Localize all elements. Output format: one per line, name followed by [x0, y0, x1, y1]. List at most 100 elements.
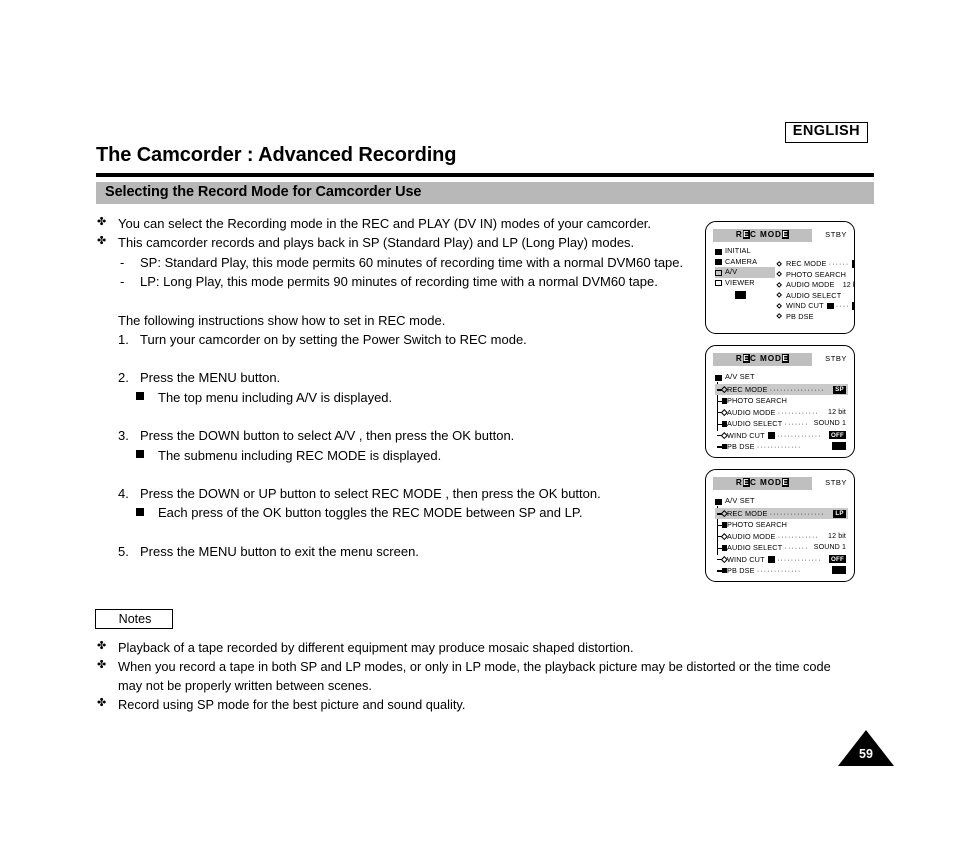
lcd-screen-submenu-lp: REC MODE STBY A/V SET REC MODE ·········… — [705, 469, 855, 582]
leader-dots: ···· — [835, 303, 850, 310]
page-title: The Camcorder : Advanced Recording — [96, 144, 457, 166]
body-bullet: ✤ You can select the Recording mode in t… — [96, 214, 696, 233]
lcd-submenu-audio-mode[interactable]: AUDIO MODE 12 bit — [776, 280, 854, 291]
lcd-submenu-pb-dse[interactable]: PB DSE — [776, 311, 851, 323]
lcd-submenu-label: PHOTO SEARCH — [786, 269, 847, 279]
folder-filled-icon — [715, 498, 722, 505]
leader-dots: ············· — [756, 443, 802, 451]
lcd-status-stby: STBY — [825, 230, 847, 239]
bullet-icon: ✤ — [97, 659, 107, 671]
body-bullet-text: This camcorder records and plays back in… — [118, 235, 635, 251]
leader-dots: ······ — [828, 261, 850, 268]
lcd-row-label: WIND CUT — [727, 554, 765, 564]
note-text: Record using SP mode for the best pictur… — [118, 697, 466, 712]
lcd-screen-submenu-sp: REC MODE STBY A/V SET REC MODE ·········… — [705, 345, 855, 458]
lcd-submenu-header-label: A/V SET — [725, 496, 755, 505]
step-number: 5. — [118, 543, 129, 559]
lcd-submenu-wind-cut[interactable]: WIND CUT ···· OFF — [776, 301, 854, 312]
body-dash-text: LP: Long Play, this mode permits 90 minu… — [140, 274, 658, 290]
step-text: Press the DOWN or UP button to select RE… — [140, 486, 601, 502]
diamond-bullet-icon — [776, 292, 783, 299]
step-item: 3. Press the DOWN button to select A/V ,… — [96, 426, 696, 445]
lcd-submenu-label: WIND CUT — [786, 301, 824, 310]
folder-filled-icon — [721, 567, 727, 574]
lcd-row-rec-mode[interactable]: REC MODE ················ SP — [715, 384, 848, 396]
lcd-row-label: PHOTO SEARCH — [727, 520, 788, 530]
diamond-bullet-icon — [776, 260, 783, 268]
lcd-row-audio-select[interactable]: AUDIO SELECT ······· SOUND 1 — [715, 542, 848, 553]
lcd-menu-item-av[interactable]: A/V — [715, 267, 775, 278]
step-substep: The submenu including REC MODE is displa… — [96, 446, 696, 465]
step-item: 4. Press the DOWN or UP button to select… — [96, 484, 696, 503]
body-content: ✤ You can select the Recording mode in t… — [96, 214, 696, 561]
step-substep: The top menu including A/V is displayed. — [96, 388, 696, 407]
lcd-value-text: SOUND 1 — [813, 419, 846, 428]
lcd-row-wind-cut[interactable]: WIND CUT ············· OFF — [715, 430, 848, 441]
lcd-row-label: AUDIO SELECT — [727, 419, 783, 429]
lcd-row-wind-cut[interactable]: WIND CUT ············· OFF — [715, 554, 848, 565]
note-item: ✤ Playback of a tape recorded by differe… — [96, 638, 856, 657]
square-bullet-icon — [136, 507, 144, 516]
page-number: 59 — [859, 747, 873, 761]
step-substep-text: The top menu including A/V is displayed. — [158, 389, 393, 405]
dash-icon: - — [120, 254, 125, 270]
leader-dots: ················ — [769, 511, 825, 518]
lcd-row-label: AUDIO SELECT — [727, 543, 783, 553]
lcd-title: REC MODE — [735, 354, 790, 363]
note-text: When you record a tape in both SP and LP… — [118, 659, 831, 693]
lcd-row-label: PHOTO SEARCH — [727, 396, 788, 406]
lcd-menu-item-initial[interactable]: INITIAL — [715, 246, 775, 257]
lcd-menu-item-camera[interactable]: CAMERA — [715, 257, 775, 268]
lcd-submenu-header: A/V SET — [715, 372, 755, 381]
lcd-menu-label: A/V — [725, 267, 738, 276]
lcd-submenu-header: A/V SET — [715, 496, 755, 505]
lcd-row-photo-search[interactable]: PHOTO SEARCH — [715, 519, 848, 530]
folder-filled-icon — [721, 522, 727, 528]
step-text: Turn your camcorder on by setting the Po… — [140, 332, 527, 348]
lcd-row-audio-mode[interactable]: AUDIO MODE ············ 12 bit — [715, 531, 848, 542]
lcd-menu-item-viewer[interactable]: VIEWER — [715, 278, 775, 289]
lcd-row-label: WIND CUT — [727, 430, 765, 440]
folder-filled-icon — [721, 398, 727, 404]
lcd-cursor-icon — [735, 291, 746, 299]
lcd-row-pb-dse[interactable]: PB DSE ············· — [715, 565, 848, 576]
lcd-main-menu-list: INITIAL CAMERA A/V VIEWER — [715, 246, 775, 299]
lcd-submenu-audio-select[interactable]: AUDIO SELECT — [776, 291, 851, 302]
lcd-value-badge — [832, 566, 846, 575]
lcd-menu-label: CAMERA — [725, 256, 758, 266]
lcd-value-badge: SP — [851, 259, 854, 268]
leader-dots: ············· — [777, 556, 822, 564]
section-header-bar: Selecting the Record Mode for Camcorder … — [96, 182, 874, 204]
dash-icon: - — [120, 274, 125, 290]
lcd-value-badge: LP — [833, 509, 846, 518]
lcd-title-bar: REC MODE STBY — [713, 353, 849, 366]
lcd-value-badge: OFF — [829, 431, 846, 440]
language-badge: ENGLISH — [784, 122, 868, 143]
lcd-submenu-rows: REC MODE ················ LP PHOTO SEARC… — [715, 508, 848, 576]
lcd-row-label: REC MODE — [727, 509, 768, 518]
lcd-submenu-rec-mode[interactable]: REC MODE ······ SP — [776, 259, 854, 270]
lcd-row-audio-mode[interactable]: AUDIO MODE ············ 12 bit — [715, 407, 848, 418]
folder-filled-icon — [715, 248, 722, 255]
lcd-menu-label: INITIAL — [725, 246, 751, 255]
note-text: Playback of a tape recorded by different… — [118, 640, 634, 655]
body-bullet-text: You can select the Recording mode in the… — [118, 216, 652, 231]
folder-outline-icon — [715, 280, 722, 286]
step-item: 1. Turn your camcorder on by setting the… — [96, 330, 696, 349]
lcd-value-text: 12 bit — [828, 531, 846, 540]
folder-filled-icon — [715, 259, 722, 265]
step-item: 5. Press the MENU button to exit the men… — [96, 542, 696, 561]
lcd-submenu-photo-search[interactable]: PHOTO SEARCH — [776, 269, 851, 281]
square-bullet-icon — [136, 450, 144, 459]
lcd-row-pb-dse[interactable]: PB DSE ············· — [715, 441, 848, 452]
lcd-row-rec-mode[interactable]: REC MODE ················ LP — [715, 508, 848, 520]
step-substep-text: Each press of the OK button toggles the … — [158, 505, 583, 521]
lcd-submenu-label: PB DSE — [786, 311, 814, 321]
lcd-row-audio-select[interactable]: AUDIO SELECT ······· SOUND 1 — [715, 418, 848, 429]
lcd-value-badge: OFF — [829, 555, 846, 564]
lcd-value-text: SOUND 1 — [813, 543, 846, 552]
notes-list: ✤ Playback of a tape recorded by differe… — [96, 638, 856, 714]
lcd-value-badge — [832, 442, 846, 451]
lcd-row-photo-search[interactable]: PHOTO SEARCH — [715, 395, 848, 406]
